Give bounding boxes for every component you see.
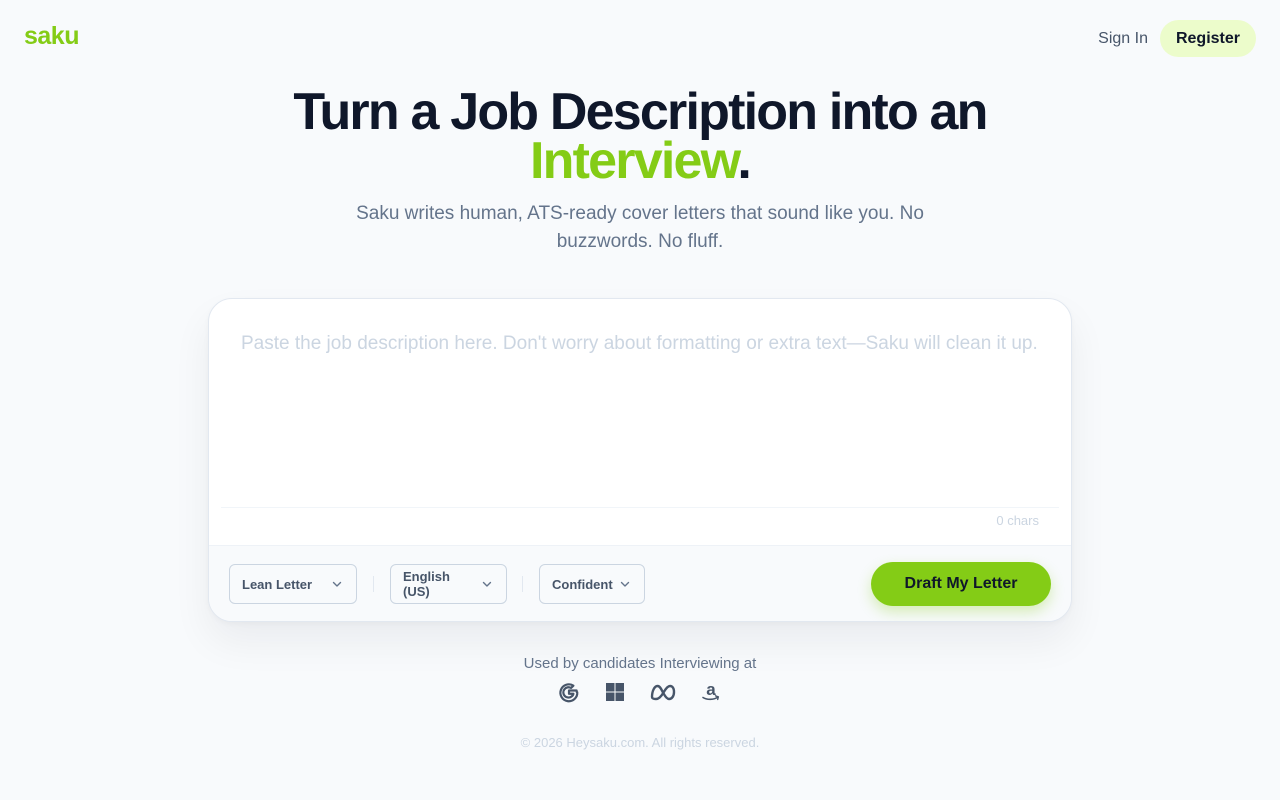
meta-icon bbox=[649, 680, 677, 704]
windows-icon bbox=[603, 680, 627, 704]
language-value: English (US) bbox=[403, 569, 450, 599]
copyright: © 2026 Heysaku.com. All rights reserved. bbox=[520, 735, 760, 750]
page-title: Turn a Job Description into an Interview… bbox=[0, 86, 1280, 187]
google-icon bbox=[557, 680, 581, 704]
toolbar-separator bbox=[373, 576, 374, 592]
subtitle: Saku writes human, ATS-ready cover lette… bbox=[356, 203, 924, 252]
amazon-icon: a bbox=[699, 680, 723, 704]
tone-select[interactable]: Confident bbox=[539, 564, 645, 604]
composer-card: 0 chars Lean Letter English (US) Confide… bbox=[208, 298, 1072, 622]
divider bbox=[221, 507, 1059, 508]
letter-style-value: Lean Letter bbox=[242, 576, 313, 592]
title-accent: Interview bbox=[530, 132, 739, 190]
logo[interactable]: saku bbox=[24, 22, 79, 51]
social-proof-label: Used by candidates Interviewing at bbox=[523, 655, 757, 672]
top-nav: Sign In Register bbox=[1098, 20, 1256, 57]
sign-in-button[interactable]: Sign In bbox=[1098, 22, 1148, 56]
composer-toolbar: Lean Letter English (US) Confident Draft… bbox=[209, 545, 1071, 621]
company-logos: a bbox=[0, 680, 1280, 704]
char-count: 0 chars bbox=[996, 513, 1039, 528]
page: saku Sign In Register Turn a Job Descrip… bbox=[0, 0, 1280, 800]
letter-style-select[interactable]: Lean Letter bbox=[229, 564, 357, 604]
chevron-down-icon bbox=[620, 581, 630, 587]
title-period: . bbox=[737, 132, 751, 190]
language-select[interactable]: English (US) bbox=[390, 564, 507, 604]
chevron-down-icon bbox=[332, 581, 342, 587]
tone-value: Confident bbox=[552, 576, 613, 592]
draft-letter-button[interactable]: Draft My Letter bbox=[871, 562, 1051, 606]
hero: Turn a Job Description into an Interview… bbox=[0, 86, 1280, 256]
job-description-input[interactable] bbox=[209, 299, 1071, 507]
chevron-down-icon bbox=[482, 581, 492, 587]
svg-text:a: a bbox=[706, 681, 716, 699]
register-button[interactable]: Register bbox=[1159, 20, 1256, 57]
toolbar-separator bbox=[522, 576, 523, 592]
